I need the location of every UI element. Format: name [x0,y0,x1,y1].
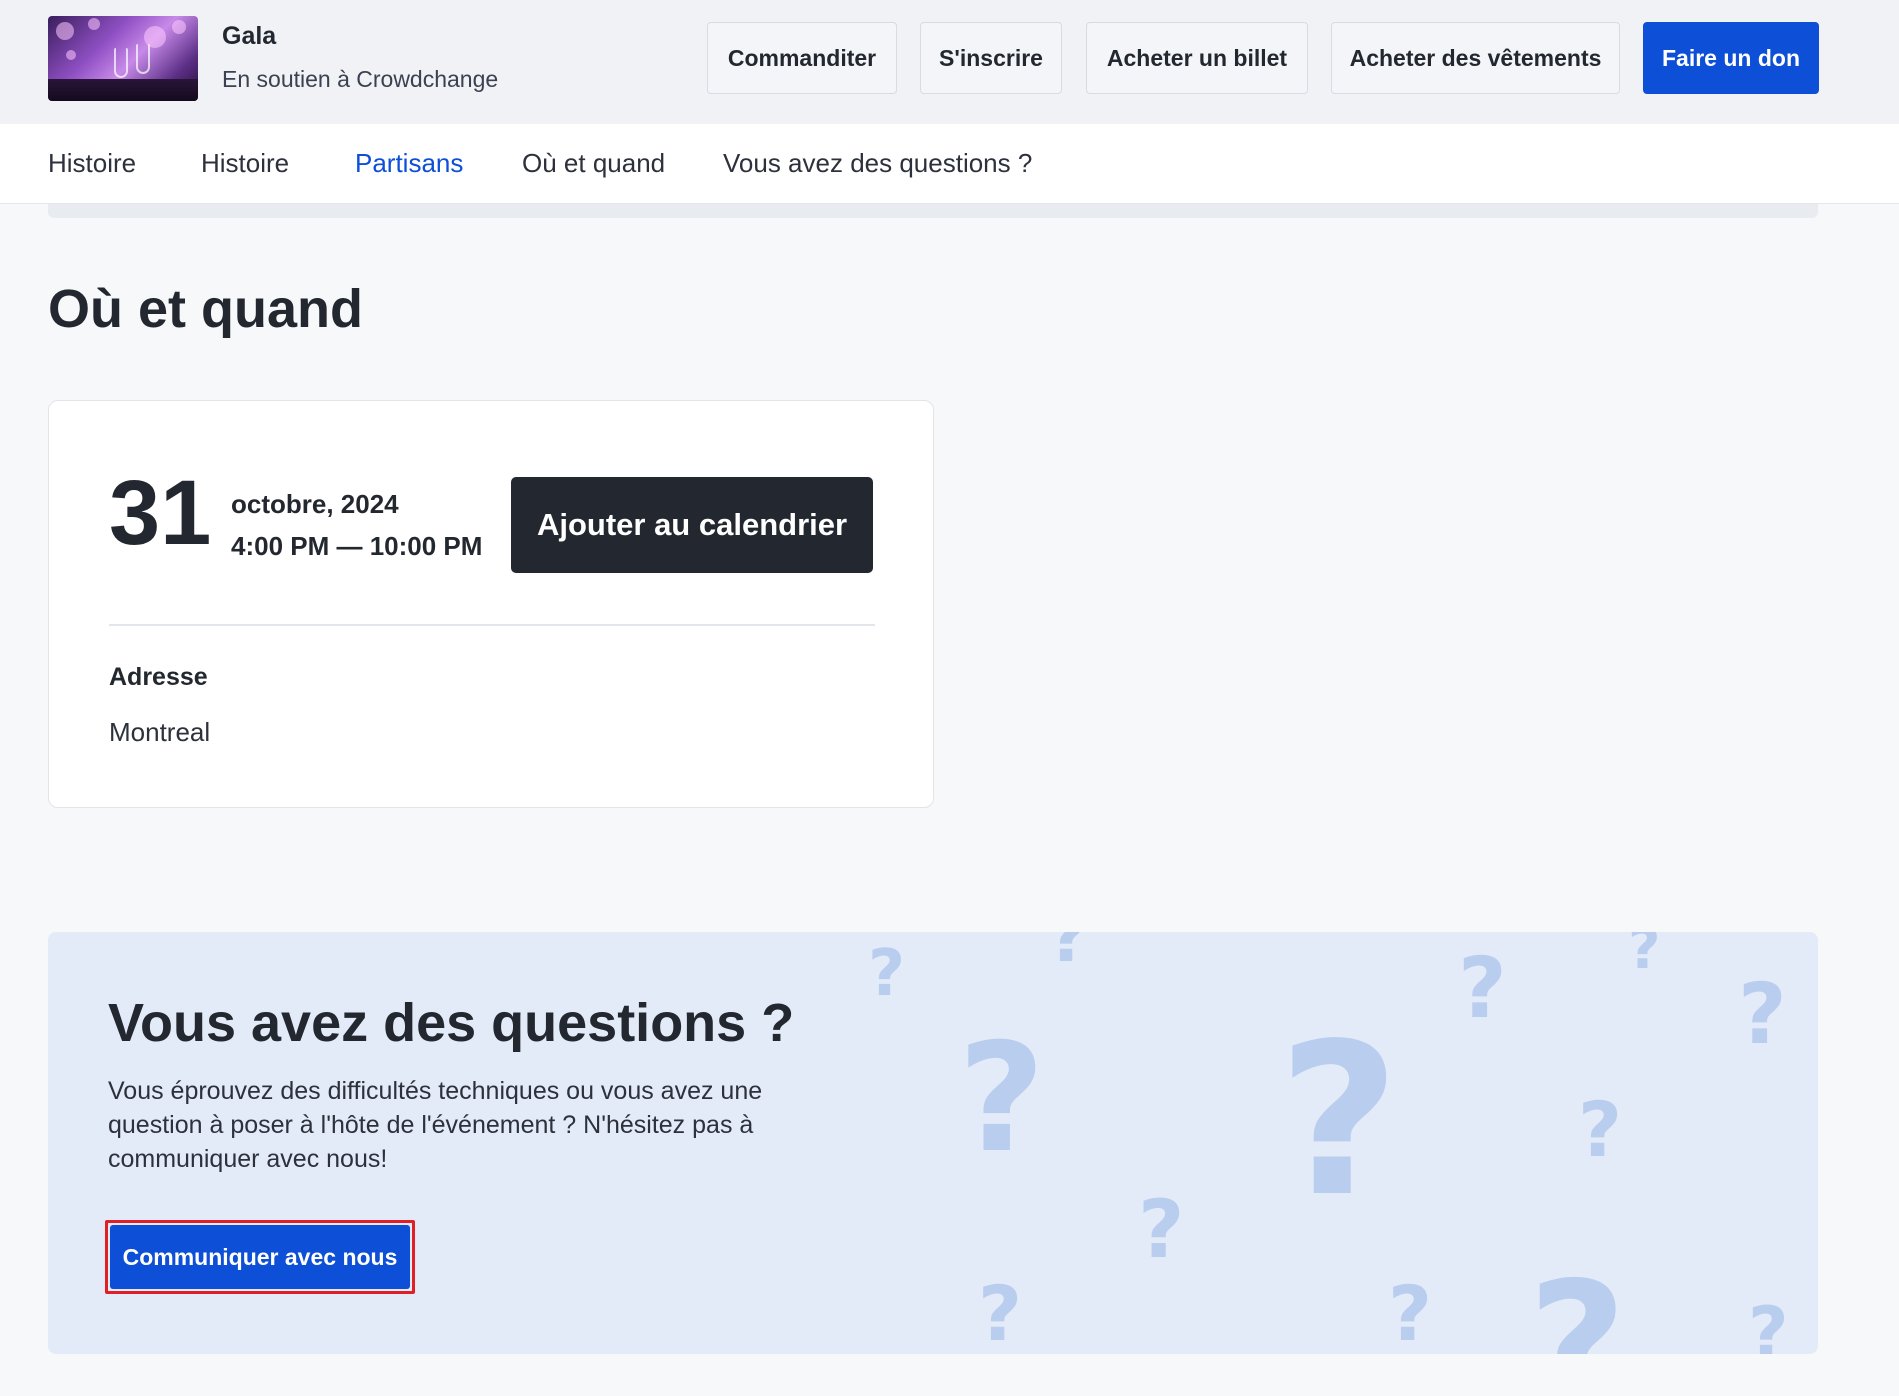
event-details-card: 31 octobre, 2024 4:00 PM — 10:00 PM Ajou… [48,400,934,808]
questions-description: Vous éprouvez des difficultés techniques… [108,1077,763,1173]
contact-us-button[interactable]: Communiquer avec nous [110,1225,410,1289]
nav-item-ou-et-quand[interactable]: Où et quand [522,148,665,179]
section-nav: Histoire Histoire Partisans Où et quand … [0,124,1899,204]
event-title: Gala [222,22,277,50]
register-button[interactable]: S'inscrire [920,22,1062,94]
event-day: 31 [109,462,212,564]
address-label: Adresse [109,663,208,691]
buy-ticket-button[interactable]: Acheter un billet [1086,22,1308,94]
question-mark-decoration: ? [958,1012,1046,1186]
question-mark-decoration: ? [1748,1292,1789,1354]
content-top-edge [48,204,1818,218]
header: Gala En soutien à Crowdchange Commandite… [0,0,1899,124]
question-mark-decoration: ? [1138,1183,1185,1276]
buy-clothes-button[interactable]: Acheter des vêtements [1331,22,1620,94]
nav-item-histoire-2[interactable]: Histoire [201,148,289,179]
event-thumbnail[interactable] [48,16,198,101]
question-mark-decoration: ? [1738,965,1787,1063]
questions-panel: ? ? ? ? ? ? ? ? ? ? ? ? ? ? Vous avez de… [48,932,1818,1354]
question-mark-decoration: ? [978,1269,1023,1354]
donate-button[interactable]: Faire un don [1643,22,1819,94]
question-mark-decoration: ? [1528,1246,1627,1354]
card-divider [109,624,875,626]
event-month-year: octobre, 2024 [231,489,399,519]
question-mark-decoration: ? [1628,932,1661,982]
event-time-range: 4:00 PM — 10:00 PM [231,531,483,561]
question-mark-decoration: ? [1278,932,1304,936]
question-mark-decoration: ? [1388,1269,1433,1354]
address-value: Montreal [109,717,211,747]
nav-item-histoire[interactable]: Histoire [48,148,136,179]
nav-item-partisans[interactable]: Partisans [355,148,463,179]
nav-item-questions[interactable]: Vous avez des questions ? [723,148,1032,179]
sponsor-button[interactable]: Commanditer [707,22,897,94]
question-mark-decoration: ? [868,937,906,1011]
event-subtitle: En soutien à Crowdchange [222,66,499,92]
question-mark-decoration: ? [1278,998,1400,1243]
question-mark-decoration: ? [1048,932,1089,978]
question-mark-decoration: ? [1458,939,1507,1037]
add-to-calendar-button[interactable]: Ajouter au calendrier [511,477,873,573]
questions-heading: Vous avez des questions ? [108,993,795,1053]
where-when-heading: Où et quand [48,279,363,339]
question-mark-decoration: ? [1578,1085,1623,1174]
